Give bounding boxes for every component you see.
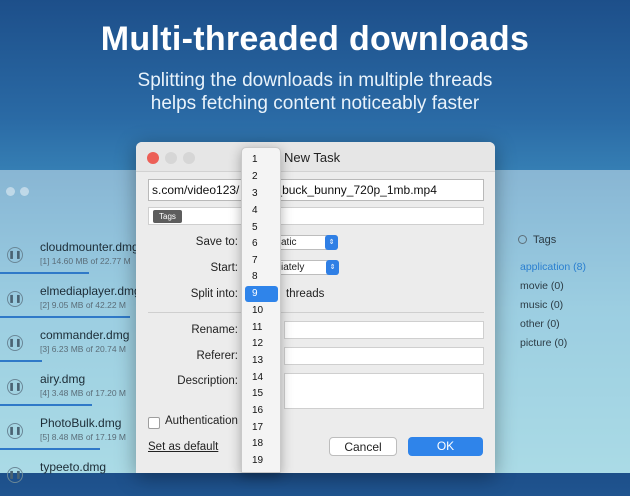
progress-bar [0,360,42,362]
list-item[interactable]: ❚❚ typeeto.dmg [0,452,140,496]
menu-item[interactable]: 19 [242,453,282,469]
close-icon[interactable] [147,152,159,164]
pause-icon[interactable]: ❚❚ [7,335,23,351]
download-info: [2] 9.05 MB of 42.22 M [40,300,126,310]
tag-item-application[interactable]: application (8) [520,261,586,273]
list-item[interactable]: ❚❚ cloudmounter.dmg [1] 14.60 MB of 22.7… [0,232,140,276]
chevron-updown-icon: ⇕ [326,260,339,275]
tags-circle-icon [518,235,527,244]
download-name: commander.dmg [40,328,130,342]
cancel-button[interactable]: Cancel [329,437,397,456]
menu-item[interactable]: 4 [242,203,282,219]
menu-item[interactable]: 18 [242,436,282,452]
hero-title: Multi-threaded downloads [100,20,530,58]
menu-item[interactable]: 1 [242,152,282,168]
dialog-titlebar: New Task [136,142,495,172]
save-to-label: Save to: [195,236,238,248]
progress-bar [0,316,130,318]
progress-bar [0,404,92,406]
list-item[interactable]: ❚❚ commander.dmg [3] 6.23 MB of 20.74 M [0,320,140,364]
description-field[interactable] [284,373,484,409]
save-to-select[interactable]: atic ⇕ [276,235,338,250]
download-info: [4] 3.48 MB of 17.20 M [40,388,126,398]
rename-label: Rename: [191,324,238,336]
pause-icon[interactable]: ❚❚ [7,467,23,483]
menu-item[interactable]: 17 [242,420,282,436]
download-name: cloudmounter.dmg [40,240,139,254]
url-input[interactable]: s.com/video123/ 20/big_buck_bunny_720p_1… [148,179,484,201]
zoom-icon [183,152,195,164]
minimize-icon [165,152,177,164]
hero-subtitle-line1: Splitting the downloads in multiple thre… [137,70,493,91]
list-item[interactable]: ❚❚ elmediaplayer.dmg [2] 9.05 MB of 42.2… [0,276,141,320]
menu-item[interactable]: 6 [242,236,282,252]
thread-count-dropdown[interactable]: 1 2 3 4 5 6 7 8 9 10 11 12 13 14 15 16 1… [241,147,281,473]
menu-item[interactable]: 12 [242,336,282,352]
set-as-default-link[interactable]: Set as default [148,441,218,453]
menu-item[interactable]: 5 [242,220,282,236]
dialog-title: New Task [284,150,341,165]
tags-field[interactable]: Tags [148,207,484,225]
start-value: iately [281,262,305,273]
download-info: [3] 6.23 MB of 20.74 M [40,344,126,354]
chevron-updown-icon: ⇕ [325,235,338,250]
tags-chip: Tags [153,210,182,223]
download-name: typeeto.dmg [40,460,107,474]
hero-subtitle-line2: helps fetching content noticeably faster [150,93,480,114]
referer-field[interactable] [284,347,484,365]
ok-button[interactable]: OK [408,437,483,456]
menu-item[interactable]: 14 [242,370,282,386]
background-window-controls [6,183,34,201]
bg-close-light [6,187,15,196]
menu-item-selected[interactable]: 9 [245,286,278,302]
tags-header: Tags [518,234,556,246]
tag-item-music[interactable]: music (0) [520,299,563,311]
menu-item[interactable]: 8 [242,269,282,285]
pause-icon[interactable]: ❚❚ [7,423,23,439]
download-name: airy.dmg [40,372,86,386]
menu-item[interactable]: 7 [242,253,282,269]
new-task-dialog: New Task s.com/video123/ 20/big_buck_bun… [136,142,495,473]
download-info: [5] 8.48 MB of 17.19 M [40,432,126,442]
menu-item[interactable]: 3 [242,186,282,202]
progress-bar [0,448,100,450]
menu-item[interactable]: 15 [242,386,282,402]
download-info: [1] 14.60 MB of 22.77 M [40,256,131,266]
tag-item-picture[interactable]: picture (0) [520,337,567,349]
list-item[interactable]: ❚❚ PhotoBulk.dmg [5] 8.48 MB of 17.19 M [0,408,140,452]
threads-label: threads [286,288,325,300]
referer-label: Referer: [196,350,238,362]
tags-panel: Tags application (8) movie (0) music (0)… [500,170,630,473]
description-label: Description: [177,375,238,387]
pause-icon[interactable]: ❚❚ [7,379,23,395]
bg-min-light [20,187,29,196]
tag-item-movie[interactable]: movie (0) [520,280,564,292]
authentication-label: Authentication [165,415,238,427]
tag-item-other[interactable]: other (0) [520,318,560,330]
list-item[interactable]: ❚❚ airy.dmg [4] 3.48 MB of 17.20 M [0,364,140,408]
download-list: ❚❚ cloudmounter.dmg [1] 14.60 MB of 22.7… [0,232,141,496]
split-label: Split into: [190,288,238,300]
start-select[interactable]: iately ⇕ [276,260,339,275]
menu-item[interactable]: 2 [242,169,282,185]
download-name: PhotoBulk.dmg [40,416,122,430]
hero-subtitle: Splitting the downloads in multiple thre… [0,69,630,115]
progress-bar [0,272,89,274]
download-name: elmediaplayer.dmg [40,284,141,298]
menu-item[interactable]: 16 [242,403,282,419]
menu-item[interactable]: 11 [242,320,282,336]
start-label: Start: [210,262,238,274]
menu-item[interactable]: 10 [242,303,282,319]
divider [148,312,484,313]
pause-icon[interactable]: ❚❚ [7,291,23,307]
authentication-checkbox[interactable] [148,417,160,429]
pause-icon[interactable]: ❚❚ [7,247,23,263]
rename-field[interactable] [284,321,484,339]
menu-item[interactable]: 13 [242,353,282,369]
save-to-value: atic [281,237,297,248]
